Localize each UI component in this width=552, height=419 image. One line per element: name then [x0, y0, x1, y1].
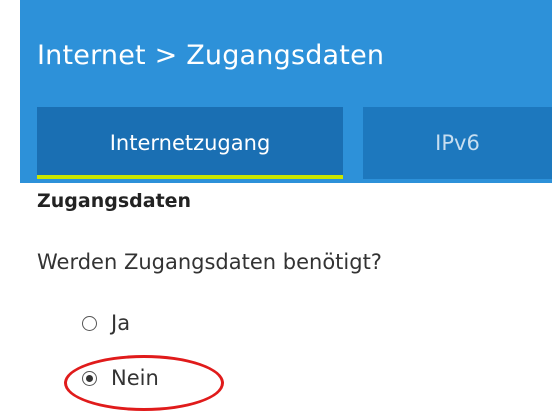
radio-option-nein[interactable]: Nein	[82, 366, 159, 390]
radio-label-ja: Ja	[111, 311, 131, 335]
tab-ipv6[interactable]: IPv6	[363, 107, 552, 179]
question-label: Werden Zugangsdaten benötigt?	[37, 250, 382, 274]
radio-unchecked-icon[interactable]	[82, 315, 97, 331]
tab-internetzugang[interactable]: Internetzugang	[37, 107, 343, 179]
breadcrumb: Internet > Zugangsdaten	[37, 40, 385, 71]
radio-checked-icon[interactable]	[82, 370, 97, 386]
tab-bar: Internetzugang IPv6	[37, 107, 552, 179]
radio-label-nein: Nein	[111, 366, 159, 390]
radio-option-ja[interactable]: Ja	[82, 311, 130, 335]
radio-dot	[86, 374, 93, 382]
section-title: Zugangsdaten	[37, 190, 192, 212]
